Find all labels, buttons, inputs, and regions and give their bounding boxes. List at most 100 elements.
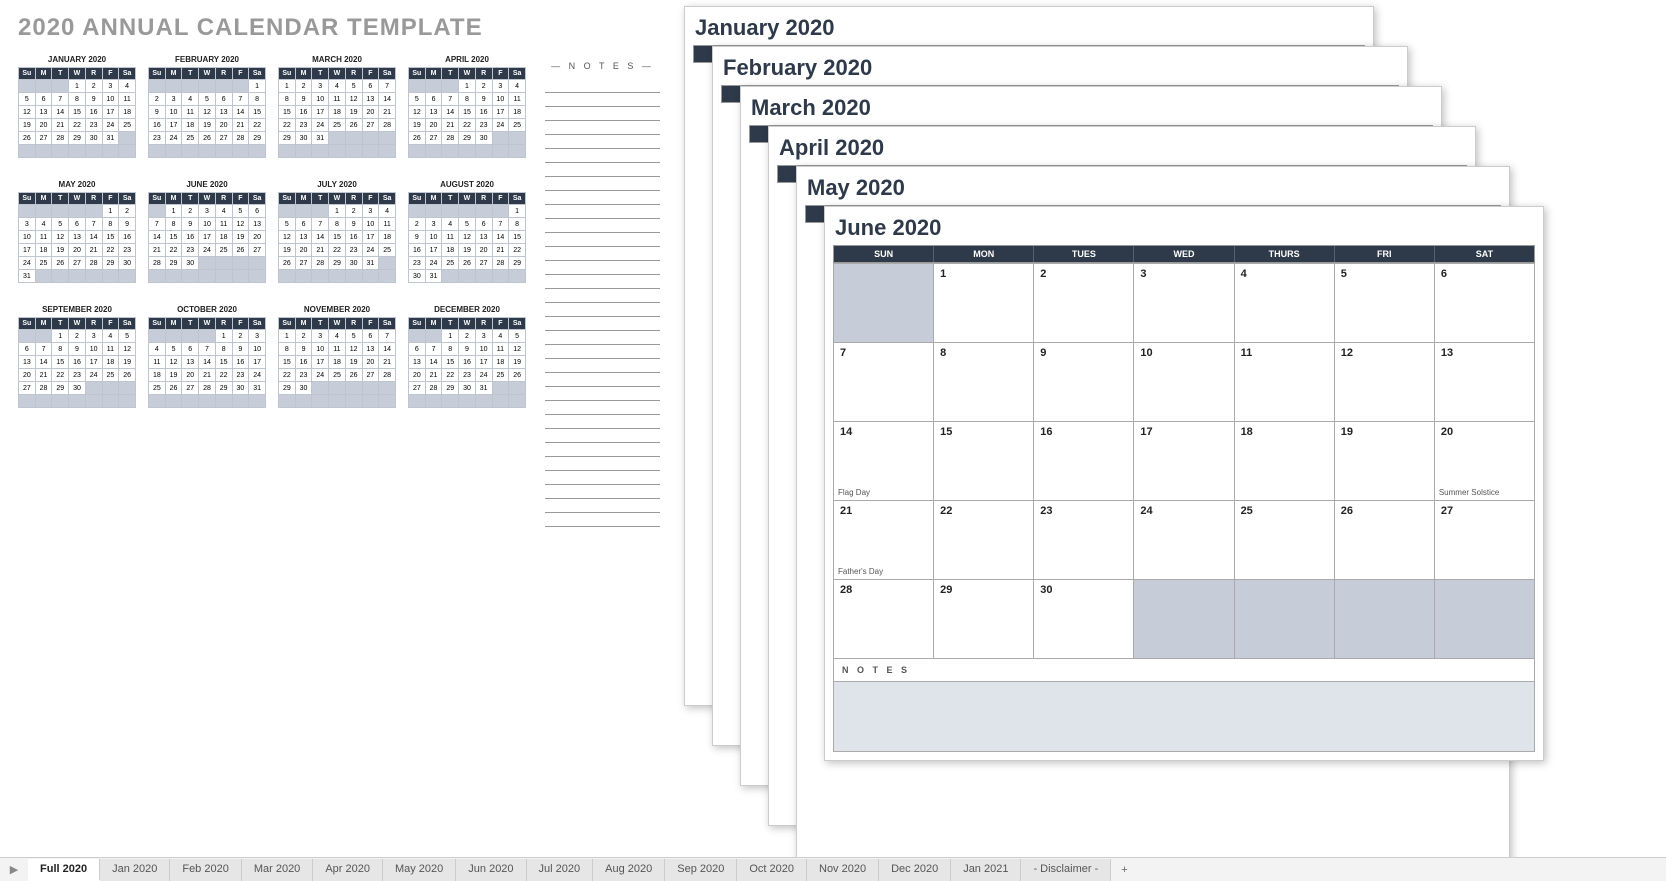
month-day-cell[interactable]: 27	[1435, 501, 1535, 580]
day-number: 13	[1441, 347, 1453, 359]
day-number: 12	[1341, 347, 1353, 359]
notes-line[interactable]	[545, 317, 660, 331]
mini-day-cell: 28	[199, 382, 216, 395]
sheet-tab[interactable]: - Disclaimer -	[1021, 859, 1111, 881]
notes-line[interactable]	[545, 429, 660, 443]
month-day-cell[interactable]: 23	[1034, 501, 1134, 580]
sheet-tab[interactable]: Feb 2020	[170, 859, 241, 881]
notes-line[interactable]	[545, 513, 660, 527]
month-day-cell[interactable]: 13	[1435, 343, 1535, 422]
month-day-cell[interactable]: 29	[934, 580, 1034, 659]
notes-line[interactable]	[545, 485, 660, 499]
month-day-cell[interactable]: 24	[1134, 501, 1234, 580]
month-day-cell[interactable]: 14Flag Day	[834, 422, 934, 501]
mini-day-cell: 22	[52, 369, 69, 382]
mini-day-cell: 23	[149, 132, 166, 145]
month-day-cell[interactable]: 21Father's Day	[834, 501, 934, 580]
notes-line[interactable]	[545, 121, 660, 135]
month-day-cell[interactable]: 1	[934, 264, 1034, 343]
notes-line[interactable]	[545, 233, 660, 247]
sheet-tab[interactable]: Apr 2020	[313, 859, 383, 881]
month-day-cell[interactable]: 9	[1034, 343, 1134, 422]
month-day-cell[interactable]: 4	[1235, 264, 1335, 343]
sheet-tab[interactable]: Jun 2020	[456, 859, 526, 881]
mini-day-cell: 30	[69, 382, 86, 395]
notes-line[interactable]	[545, 359, 660, 373]
notes-line[interactable]	[545, 177, 660, 191]
notes-line[interactable]	[545, 275, 660, 289]
mini-day-cell: 15	[215, 356, 232, 369]
month-day-cell[interactable]	[1435, 580, 1535, 659]
mini-day-cell: 2	[295, 330, 312, 343]
month-day-cell[interactable]: 15	[934, 422, 1034, 501]
sheet-tab[interactable]: May 2020	[383, 859, 456, 881]
notes-line[interactable]	[545, 331, 660, 345]
notes-line[interactable]	[545, 373, 660, 387]
notes-line[interactable]	[545, 261, 660, 275]
month-day-cell[interactable]: 7	[834, 343, 934, 422]
notes-line[interactable]	[545, 387, 660, 401]
notes-line[interactable]	[545, 499, 660, 513]
month-day-cell[interactable]: 22	[934, 501, 1034, 580]
notes-line[interactable]	[545, 247, 660, 261]
notes-line[interactable]	[545, 79, 660, 93]
month-day-cell[interactable]	[1235, 580, 1335, 659]
month-day-cell[interactable]	[834, 264, 934, 343]
month-day-cell[interactable]: 26	[1335, 501, 1435, 580]
mini-day-cell	[199, 80, 216, 93]
notes-line[interactable]	[545, 205, 660, 219]
month-day-cell[interactable]: 18	[1235, 422, 1335, 501]
mini-day-cell	[279, 205, 296, 218]
mini-day-cell	[19, 205, 36, 218]
notes-line[interactable]	[545, 107, 660, 121]
notes-line[interactable]	[545, 471, 660, 485]
notes-line[interactable]	[545, 345, 660, 359]
month-day-cell[interactable]: 25	[1235, 501, 1335, 580]
mini-day-header: R	[345, 68, 362, 80]
sheet-tab[interactable]: Aug 2020	[593, 859, 665, 881]
sheet-tab[interactable]: Jul 2020	[527, 859, 594, 881]
month-day-cell[interactable]: 12	[1335, 343, 1435, 422]
month-day-cell[interactable]: 28	[834, 580, 934, 659]
sheet-tab[interactable]: Nov 2020	[807, 859, 879, 881]
month-day-cell[interactable]: 30	[1034, 580, 1134, 659]
month-day-cell[interactable]: 16	[1034, 422, 1134, 501]
notes-line[interactable]	[545, 135, 660, 149]
notes-line[interactable]	[545, 457, 660, 471]
month-notes-area[interactable]	[833, 682, 1535, 752]
notes-line[interactable]	[545, 401, 660, 415]
add-sheet-button[interactable]: +	[1111, 860, 1137, 880]
notes-line[interactable]	[545, 93, 660, 107]
sheet-tab[interactable]: Jan 2021	[951, 859, 1021, 881]
month-day-cell[interactable]: 10	[1134, 343, 1234, 422]
notes-line[interactable]	[545, 415, 660, 429]
month-day-cell[interactable]: 6	[1435, 264, 1535, 343]
month-day-cell[interactable]	[1335, 580, 1435, 659]
notes-line[interactable]	[545, 303, 660, 317]
month-day-cell[interactable]: 17	[1134, 422, 1234, 501]
sheet-tab[interactable]: Oct 2020	[737, 859, 807, 881]
month-day-cell[interactable]: 19	[1335, 422, 1435, 501]
sheet-tab[interactable]: Jan 2020	[100, 859, 170, 881]
mini-day-cell	[35, 205, 52, 218]
mini-day-cell: 7	[442, 93, 459, 106]
notes-line[interactable]	[545, 443, 660, 457]
month-day-cell[interactable]: 20Summer Solstice	[1435, 422, 1535, 501]
month-day-cell[interactable]: 8	[934, 343, 1034, 422]
month-day-cell[interactable]: 3	[1134, 264, 1234, 343]
notes-line[interactable]	[545, 289, 660, 303]
notes-line[interactable]	[545, 149, 660, 163]
tab-nav-prev-icon[interactable]: ▶	[0, 863, 28, 876]
sheet-tab[interactable]: Sep 2020	[665, 859, 737, 881]
month-day-cell[interactable]: 11	[1235, 343, 1335, 422]
sheet-tab[interactable]: Full 2020	[28, 859, 100, 881]
sheet-tab[interactable]: Dec 2020	[879, 859, 951, 881]
notes-line[interactable]	[545, 191, 660, 205]
month-day-cell[interactable]	[1134, 580, 1234, 659]
month-day-cell[interactable]: 2	[1034, 264, 1134, 343]
sheet-tab[interactable]: Mar 2020	[242, 859, 313, 881]
notes-line[interactable]	[545, 219, 660, 233]
month-day-cell[interactable]: 5	[1335, 264, 1435, 343]
notes-line[interactable]	[545, 163, 660, 177]
mini-day-header: W	[329, 318, 346, 330]
